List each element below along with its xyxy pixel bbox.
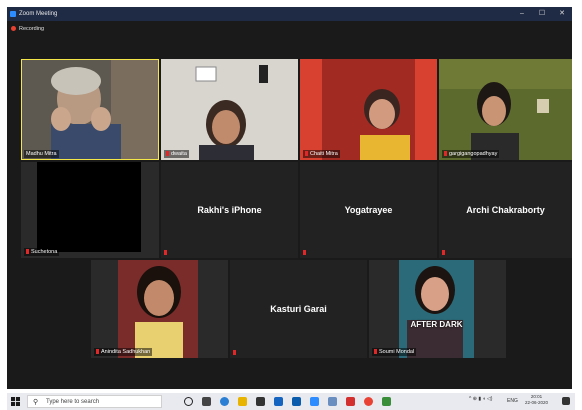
participant-video xyxy=(161,59,298,160)
participant-video xyxy=(439,59,572,160)
store-icon[interactable] xyxy=(256,397,265,406)
video-overlay-text: AFTER DARK xyxy=(410,320,463,329)
window-title: Zoom Meeting xyxy=(19,11,58,17)
app-icon[interactable] xyxy=(328,397,337,406)
search-placeholder: Type here to search xyxy=(46,399,100,405)
video-tile-madhu-mitra[interactable]: Madhu Mitra xyxy=(21,59,159,160)
participant-display-name: Yogatrayee xyxy=(344,205,393,215)
participant-video xyxy=(399,260,474,358)
cortana-icon[interactable] xyxy=(184,397,193,406)
clock-date: 22-06-2020 xyxy=(525,400,549,405)
word-icon[interactable] xyxy=(292,397,301,406)
taskbar-search-box[interactable]: ⚲ Type here to search xyxy=(27,395,162,408)
mic-muted-icon xyxy=(164,250,167,255)
participant-video xyxy=(300,59,437,160)
participant-video xyxy=(118,260,198,358)
video-tile-kasturi-garai[interactable]: Kasturi Garai xyxy=(230,260,367,358)
video-tile-dwaita[interactable]: dwaita xyxy=(161,59,298,160)
participant-name-madhu-mitra: Madhu Mitra xyxy=(24,150,59,158)
mic-muted-icon xyxy=(166,151,169,157)
video-tile-soumi-mondal[interactable]: AFTER DARK Soumi Mondal xyxy=(369,260,506,358)
chrome-icon[interactable] xyxy=(364,397,373,406)
video-tile-chaiti-mitra[interactable]: Chaiti Mitra xyxy=(300,59,437,160)
zoom-window: Zoom Meeting – ☐ ✕ Recording Madhu Mitra xyxy=(7,7,572,389)
mic-muted-icon xyxy=(233,350,236,355)
participant-name-chaiti-mitra: Chaiti Mitra xyxy=(303,150,340,158)
recording-dot-icon xyxy=(11,26,16,32)
search-icon: ⚲ xyxy=(33,399,39,406)
language-indicator[interactable]: ENG xyxy=(507,398,518,404)
participant-display-name: Rakhi's iPhone xyxy=(197,205,262,215)
video-tile-gargigangopadhyay[interactable]: gargigangopadhyay xyxy=(439,59,572,160)
clock[interactable]: 20:01 22-06-2020 xyxy=(525,394,548,406)
participant-video xyxy=(21,59,159,160)
windows-taskbar: ⚲ Type here to search ^ ⊕ ▮ ◖ ◁) ENG 20:… xyxy=(7,393,575,410)
zoom-app-icon xyxy=(10,11,16,17)
task-view-icon[interactable] xyxy=(202,397,211,406)
zoom-taskbar-icon[interactable] xyxy=(310,397,319,406)
mail-icon[interactable] xyxy=(274,397,283,406)
mic-muted-icon xyxy=(305,151,308,157)
recording-label: Recording xyxy=(19,26,45,32)
office-icon[interactable] xyxy=(346,397,355,406)
mic-muted-icon xyxy=(96,349,99,355)
mic-muted-icon xyxy=(442,250,445,255)
edge-browser-icon[interactable] xyxy=(220,397,229,406)
recording-indicator: Recording xyxy=(11,26,44,32)
participant-name-soumi-mondal: Soumi Mondal xyxy=(372,348,417,356)
video-tile-rakhis-iphone[interactable]: Rakhi's iPhone xyxy=(161,162,298,258)
file-explorer-icon[interactable] xyxy=(238,397,247,406)
participant-name-dwaita: dwaita xyxy=(164,150,189,158)
video-tile-archi-chakraborty[interactable]: Archi Chakraborty xyxy=(439,162,572,258)
close-button[interactable]: ✕ xyxy=(552,7,572,21)
windows-start-icon[interactable] xyxy=(11,397,20,406)
title-bar: Zoom Meeting – ☐ ✕ xyxy=(7,7,572,21)
video-tile-suchetona[interactable]: Suchetona xyxy=(21,162,159,258)
mic-muted-icon xyxy=(26,249,29,255)
minimize-button[interactable]: – xyxy=(512,7,532,21)
participant-display-name: Kasturi Garai xyxy=(270,304,327,314)
participant-name-gargigangopadhyay: gargigangopadhyay xyxy=(442,150,500,158)
participant-name-suchetona: Suchetona xyxy=(24,248,60,256)
notification-icon[interactable] xyxy=(562,397,570,405)
mic-muted-icon xyxy=(303,250,306,255)
participant-video xyxy=(37,162,141,252)
mic-muted-icon xyxy=(444,151,447,157)
system-tray-icons[interactable]: ^ ⊕ ▮ ◖ ◁) xyxy=(469,396,492,402)
mic-muted-icon xyxy=(374,349,377,355)
video-tile-yogatrayee[interactable]: Yogatrayee xyxy=(300,162,437,258)
participant-display-name: Archi Chakraborty xyxy=(466,205,545,215)
video-tile-anindita-sadhukhan[interactable]: Anindita Sadhukhan xyxy=(91,260,228,358)
app-icon[interactable] xyxy=(382,397,391,406)
maximize-button[interactable]: ☐ xyxy=(532,7,552,21)
participant-name-anindita-sadhukhan: Anindita Sadhukhan xyxy=(94,348,153,356)
